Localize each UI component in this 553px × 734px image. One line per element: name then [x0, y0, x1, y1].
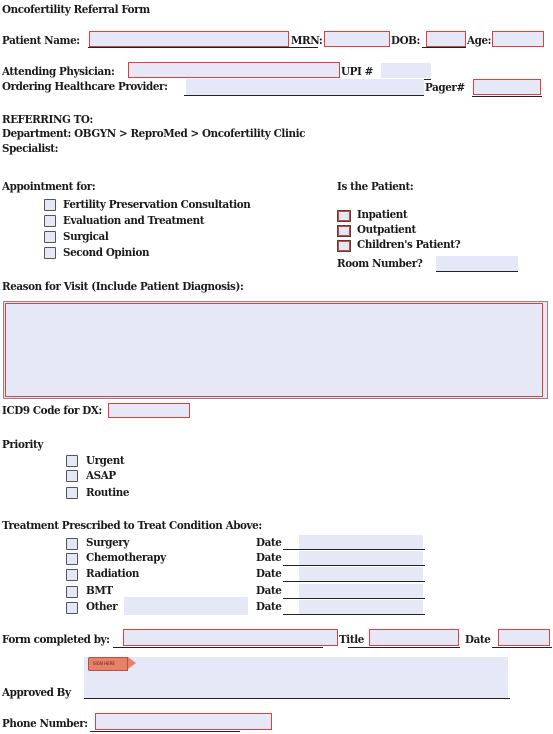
checkbox-routine[interactable]: [66, 487, 78, 499]
icd9-label: ICD9 Code for DX:: [2, 403, 102, 417]
option-radiation: Radiation: [86, 566, 139, 580]
icd9-field[interactable]: [108, 403, 190, 418]
mrn-label: MRN:: [291, 33, 323, 47]
patient-type-label: Is the Patient:: [337, 179, 414, 193]
upi-field[interactable]: [381, 63, 431, 78]
upi-label: UPI #: [341, 64, 373, 78]
sign-here-flag[interactable]: SIGN HERE: [88, 657, 136, 671]
option-chemotherapy: Chemotherapy: [86, 550, 166, 564]
dob-label: DOB:: [391, 33, 420, 47]
age-label: Age:: [467, 33, 492, 47]
room-number-label: Room Number?: [337, 256, 423, 270]
approved-by-underline: [84, 698, 510, 699]
checkbox-surgical[interactable]: [44, 231, 56, 243]
referring-heading: REFERRING TO:: [2, 112, 93, 126]
radiation-date-underline: [283, 581, 425, 582]
phone-number-field[interactable]: [95, 713, 272, 730]
radiation-date-label: Date: [256, 566, 282, 580]
option-routine: Routine: [86, 485, 130, 499]
pager-label: Pager#: [425, 80, 465, 94]
completed-by-underline: [113, 647, 323, 648]
patient-name-label: Patient Name:: [2, 33, 80, 47]
pager-field[interactable]: [473, 79, 541, 95]
option-outpatient: Outpatient: [357, 222, 416, 236]
checkbox-asap[interactable]: [66, 470, 78, 482]
other-treatment-field[interactable]: [124, 597, 248, 615]
checkbox-outpatient[interactable]: [337, 225, 351, 237]
phone-number-label: Phone Number:: [2, 716, 88, 730]
attending-physician-field[interactable]: [128, 62, 340, 78]
attending-physician-label: Attending Physician:: [2, 64, 115, 78]
option-urgent: Urgent: [86, 453, 125, 467]
room-number-underline: [436, 271, 518, 272]
option-asap: ASAP: [86, 468, 116, 482]
bmt-date-label: Date: [256, 583, 282, 597]
surgery-date-underline: [283, 549, 425, 550]
ordering-provider-field[interactable]: [186, 79, 424, 95]
ordering-provider-label: Ordering Healthcare Provider:: [2, 79, 168, 93]
checkbox-childrens-patient[interactable]: [337, 240, 351, 252]
dob-field[interactable]: [426, 31, 466, 47]
reason-field[interactable]: [5, 303, 543, 397]
other-date-field[interactable]: [299, 600, 423, 614]
approved-by-signature-field[interactable]: [84, 657, 508, 698]
chemotherapy-date-underline: [283, 565, 425, 566]
option-surgery: Surgery: [86, 535, 129, 549]
chemotherapy-date-field[interactable]: [299, 551, 423, 565]
ordering-provider-underline: [184, 95, 424, 96]
dob-underline: [422, 47, 466, 48]
option-fertility-preservation: Fertility Preservation Consultation: [63, 197, 251, 211]
pager-underline: [472, 96, 542, 97]
checkbox-other[interactable]: [66, 602, 78, 614]
mrn-field[interactable]: [324, 31, 390, 47]
date-label: Date: [465, 632, 491, 646]
bmt-date-field[interactable]: [299, 584, 423, 598]
radiation-date-field[interactable]: [299, 567, 423, 581]
option-evaluation-treatment: Evaluation and Treatment: [63, 213, 205, 227]
other-date-underline: [283, 614, 425, 615]
surgery-date-label: Date: [256, 535, 282, 549]
chemotherapy-date-label: Date: [256, 550, 282, 564]
option-bmt: BMT: [86, 583, 113, 597]
form-title: Oncofertility Referral Form: [2, 2, 150, 16]
checkbox-bmt[interactable]: [66, 586, 78, 598]
checkbox-evaluation-treatment[interactable]: [44, 215, 56, 227]
title-field[interactable]: [369, 629, 459, 646]
bmt-date-underline: [283, 598, 425, 599]
phone-number-underline: [90, 731, 240, 732]
patient-name-underline: [88, 47, 318, 48]
surgery-date-field[interactable]: [299, 535, 423, 549]
reason-field-frame: [3, 301, 548, 399]
date-underline: [492, 647, 552, 648]
completion-date-field[interactable]: [498, 629, 550, 646]
completed-by-field[interactable]: [123, 629, 338, 646]
title-label: Title: [339, 632, 364, 646]
option-surgical: Surgical: [63, 229, 109, 243]
checkbox-radiation[interactable]: [66, 569, 78, 581]
appointment-label: Appointment for:: [2, 179, 96, 193]
checkbox-inpatient[interactable]: [337, 210, 351, 222]
checkbox-second-opinion[interactable]: [44, 247, 56, 259]
room-number-field[interactable]: [436, 256, 518, 271]
age-field[interactable]: [492, 31, 544, 47]
checkbox-chemotherapy[interactable]: [66, 553, 78, 565]
department-text: Department: OBGYN > ReproMed > Oncoferti…: [2, 126, 306, 140]
reason-label: Reason for Visit (Include Patient Diagno…: [2, 279, 244, 293]
option-childrens-patient: Children's Patient?: [357, 237, 461, 251]
option-inpatient: Inpatient: [357, 207, 408, 221]
treatment-label: Treatment Prescribed to Treat Condition …: [2, 518, 262, 532]
checkbox-fertility-preservation[interactable]: [44, 199, 56, 211]
option-second-opinion: Second Opinion: [63, 245, 150, 259]
other-date-label: Date: [256, 599, 282, 613]
approved-by-label: Approved By: [2, 685, 71, 699]
title-underline: [348, 647, 460, 648]
checkbox-surgery[interactable]: [66, 538, 78, 550]
completed-by-label: Form completed by:: [2, 632, 110, 646]
sign-here-text: SIGN HERE: [93, 661, 115, 666]
specialist-label: Specialist:: [2, 141, 59, 155]
checkbox-urgent[interactable]: [66, 455, 78, 467]
patient-name-field[interactable]: [89, 31, 289, 47]
option-other: Other: [86, 599, 118, 613]
priority-label: Priority: [2, 437, 44, 451]
